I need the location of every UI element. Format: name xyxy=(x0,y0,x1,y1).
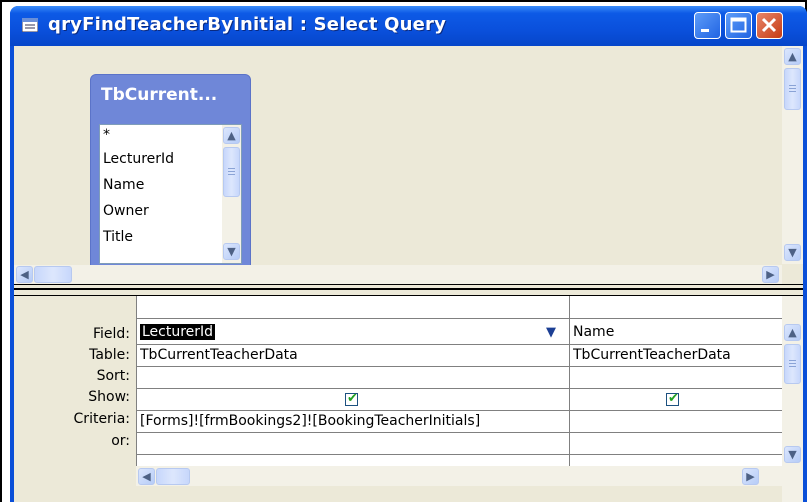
table-field-list[interactable]: TbCurrent... * LecturerId Name Owner Tit… xyxy=(90,74,251,271)
maximize-button[interactable] xyxy=(725,12,752,39)
grid-hscrollbar[interactable]: ◀ ▶ xyxy=(136,466,782,486)
grid-vscrollbar[interactable]: ▲ ▼ xyxy=(782,296,803,502)
field-list-scrollbar[interactable]: ▲ ▼ xyxy=(222,125,241,263)
row-label-sort: Sort: xyxy=(96,368,130,384)
field-dropdown-button[interactable]: ▼ xyxy=(542,325,560,342)
table-field-list-title[interactable]: TbCurrent... xyxy=(101,85,217,105)
sort-cell-1[interactable] xyxy=(140,369,565,387)
column-selector-strip[interactable] xyxy=(136,296,782,318)
scroll-corner xyxy=(782,265,803,284)
scroll-right-button[interactable]: ▶ xyxy=(762,266,779,283)
sort-cell-2[interactable] xyxy=(573,369,778,387)
scroll-thumb[interactable] xyxy=(223,147,240,197)
row-label-criteria: Criteria: xyxy=(73,411,130,427)
query-icon xyxy=(22,18,38,32)
scroll-thumb[interactable] xyxy=(784,344,801,384)
minimize-button[interactable] xyxy=(694,12,721,39)
scroll-down-button[interactable]: ▼ xyxy=(784,446,801,463)
query-window: qryFindTeacherByInitial : Select Query T… xyxy=(10,6,807,502)
table-cell-1[interactable]: TbCurrentTeacherData xyxy=(140,347,565,363)
design-grid: LecturerId ▼ TbCurrentTeacherData ✔ [For… xyxy=(136,296,782,486)
or-cell-2[interactable] xyxy=(573,435,778,453)
title-bar[interactable]: qryFindTeacherByInitial : Select Query xyxy=(10,6,807,46)
row-label-or: or: xyxy=(111,433,130,449)
row-label-show: Show: xyxy=(88,389,130,405)
table-pane: TbCurrent... * LecturerId Name Owner Tit… xyxy=(14,46,803,284)
scroll-left-button[interactable]: ◀ xyxy=(138,468,155,485)
show-checkbox-1[interactable]: ✔ xyxy=(345,391,358,406)
scroll-down-button[interactable]: ▼ xyxy=(784,244,801,261)
pane-splitter[interactable] xyxy=(14,284,803,296)
checkmark-icon: ✔ xyxy=(668,391,679,406)
field-item[interactable]: * xyxy=(103,127,110,143)
scroll-thumb[interactable] xyxy=(34,266,72,283)
design-grid-pane: Field: Table: Sort: Show: Criteria: or: xyxy=(14,296,803,502)
scroll-thumb[interactable] xyxy=(156,468,190,485)
table-pane-hscrollbar[interactable]: ◀ ▶ xyxy=(14,265,782,284)
field-cell-2[interactable]: Name xyxy=(573,324,778,340)
or-cell-1[interactable] xyxy=(140,435,565,453)
window-client: TbCurrent... * LecturerId Name Owner Tit… xyxy=(14,46,803,502)
criteria-cell-1[interactable]: [Forms]![frmBookings2]![BookingTeacherIn… xyxy=(140,413,565,429)
field-item[interactable]: Title xyxy=(103,229,133,245)
field-item[interactable]: LecturerId xyxy=(103,151,174,167)
table-pane-vscrollbar[interactable]: ▲ ▼ xyxy=(782,46,803,264)
close-button[interactable] xyxy=(756,12,783,39)
window-title: qryFindTeacherByInitial : Select Query xyxy=(48,14,447,35)
close-icon xyxy=(761,17,777,33)
field-listbox[interactable]: * LecturerId Name Owner Title ▲ ▼ xyxy=(99,124,242,264)
scroll-up-button[interactable]: ▲ xyxy=(223,127,240,144)
minimize-icon xyxy=(701,29,709,32)
scroll-thumb[interactable] xyxy=(784,68,801,110)
criteria-cell-2[interactable] xyxy=(573,413,778,431)
show-checkbox-2[interactable]: ✔ xyxy=(666,391,679,406)
scroll-up-button[interactable]: ▲ xyxy=(784,324,801,341)
row-labels: Field: Table: Sort: Show: Criteria: or: xyxy=(14,296,136,502)
table-cell-2[interactable]: TbCurrentTeacherData xyxy=(573,347,778,363)
field-cell-1[interactable]: LecturerId xyxy=(140,324,518,342)
checkmark-icon: ✔ xyxy=(347,391,358,406)
field-item[interactable]: Name xyxy=(103,177,144,193)
scroll-up-button[interactable]: ▲ xyxy=(784,48,801,65)
field-item[interactable]: Owner xyxy=(103,203,149,219)
row-label-field: Field: xyxy=(92,326,130,342)
scroll-right-button[interactable]: ▶ xyxy=(742,468,759,485)
scroll-left-button[interactable]: ◀ xyxy=(16,266,33,283)
row-label-table: Table: xyxy=(89,347,130,363)
scroll-down-button[interactable]: ▼ xyxy=(223,243,240,260)
maximize-icon xyxy=(730,17,747,33)
field-value-1[interactable]: LecturerId xyxy=(140,324,216,340)
